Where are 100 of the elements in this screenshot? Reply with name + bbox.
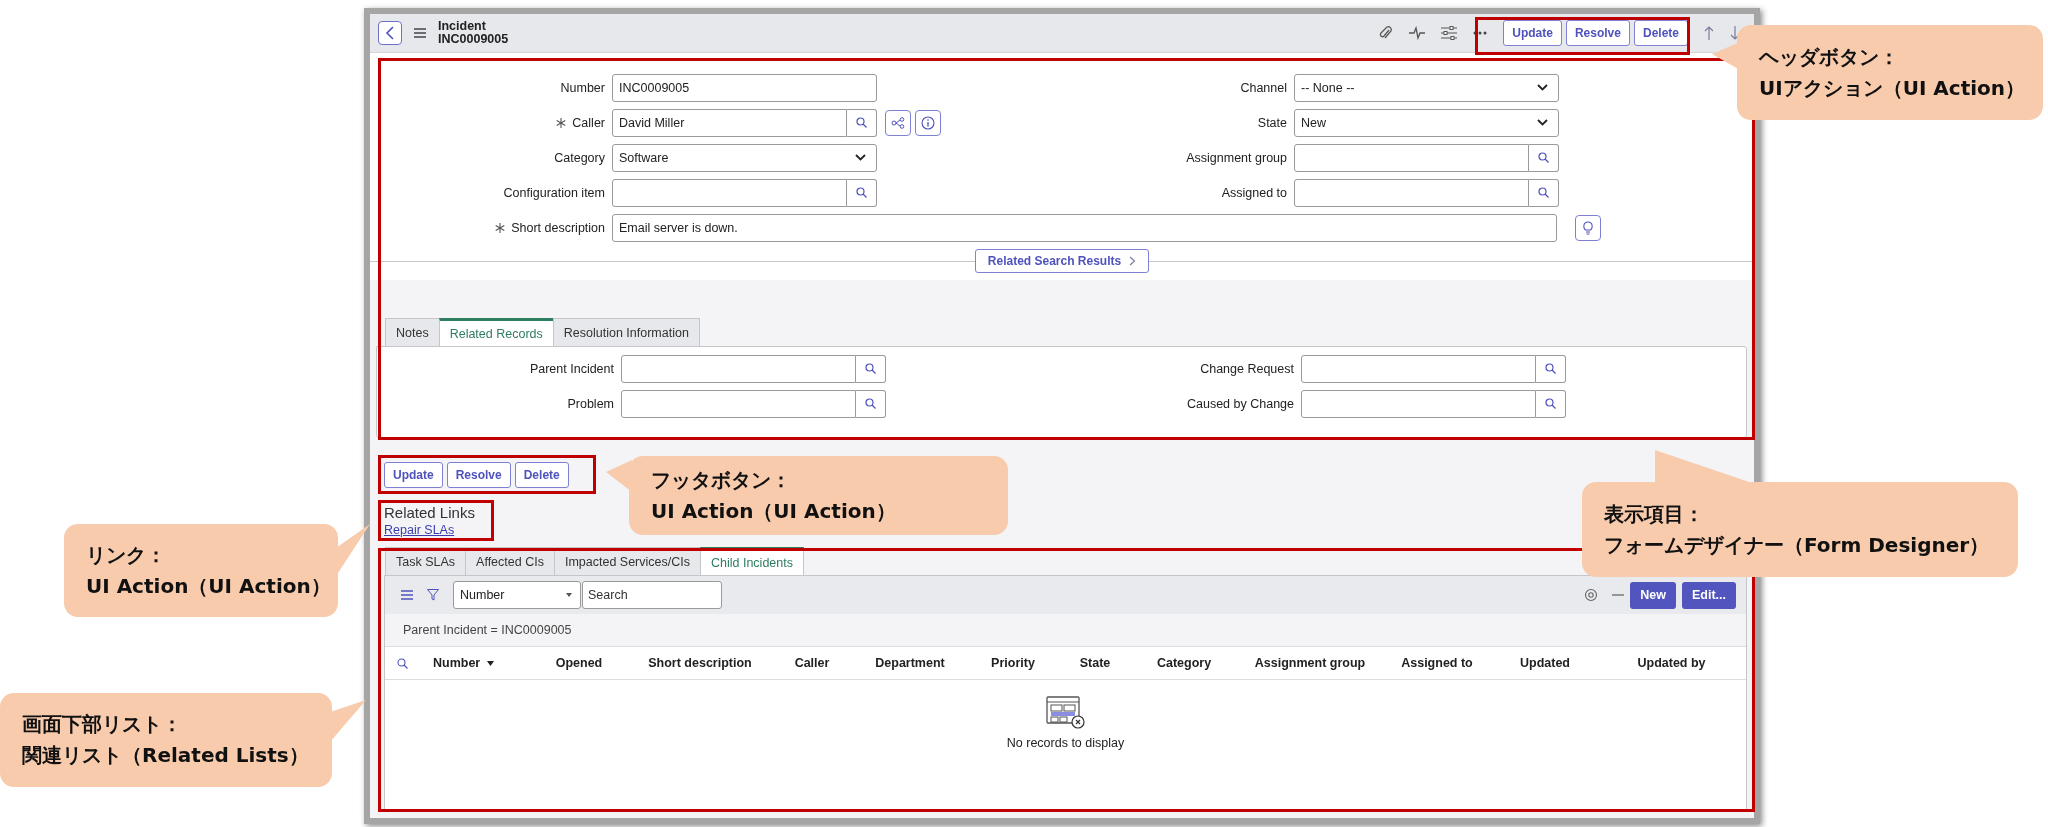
search-icon [865, 398, 876, 409]
column-header[interactable]: Department [875, 656, 945, 670]
form-tab[interactable]: Resolution Information [552, 318, 700, 346]
link[interactable]: Repair SLAs [384, 523, 455, 537]
search-button[interactable] [1536, 354, 1566, 383]
paperclip-icon[interactable] [1379, 25, 1394, 41]
field-label: Problem [567, 396, 614, 411]
callout-text: フォームデザイナー（Form Designer） [1604, 531, 1991, 559]
callout-text: UIアクション（UI Action） [1759, 74, 2021, 102]
callout-text: UI Action（UI Action） [651, 497, 897, 525]
action-button[interactable]: Update [1503, 20, 1562, 46]
text-field[interactable]: INC0009005 [612, 73, 877, 102]
field-label: Number [560, 80, 605, 95]
lightbulb-button[interactable] [1575, 214, 1601, 241]
action-button[interactable]: Delete [514, 462, 569, 488]
choice-dropdown[interactable]: Software [612, 143, 877, 172]
column-header[interactable]: Number [433, 656, 481, 670]
column-header[interactable]: Caller [794, 656, 830, 670]
info-button[interactable] [915, 109, 941, 136]
sort-caret-icon[interactable] [487, 660, 495, 666]
column-header[interactable]: Category [1156, 656, 1212, 670]
search-icon [1545, 398, 1556, 409]
search-button[interactable] [1529, 178, 1559, 207]
record-number: INC0009005 [438, 33, 509, 46]
chevron-right-icon [1129, 256, 1137, 266]
column-header[interactable]: Short description [648, 656, 752, 670]
search-icon[interactable] [397, 657, 408, 669]
reference-field[interactable] [1301, 354, 1536, 383]
reference-field[interactable]: David Miller [612, 108, 847, 137]
info-icon [921, 115, 935, 130]
chevron-icon [1537, 119, 1548, 126]
sliders-icon[interactable] [1441, 26, 1458, 40]
reference-field[interactable] [621, 389, 856, 418]
search-button[interactable] [856, 354, 886, 383]
form-tab[interactable]: Related Records [438, 318, 554, 346]
choice-dropdown[interactable]: -- None -- [1294, 73, 1559, 102]
field-label: Change Request [1200, 361, 1294, 376]
related-search-button[interactable]: Related Search Results [974, 249, 1150, 273]
field-label: Assigned to [1221, 185, 1287, 200]
callout-title: リンク： [86, 541, 167, 569]
section-heading: Related Links [384, 504, 475, 521]
new-button[interactable]: New [1630, 581, 1676, 609]
search-icon [865, 363, 876, 374]
callout-title: フッタボタン： [651, 466, 792, 494]
action-button[interactable]: Delete [1633, 20, 1688, 46]
column-header[interactable]: Assigned to [1401, 656, 1473, 670]
field-label: Caller [572, 115, 605, 130]
filter-breadcrumb: Parent Incident = INC0009005 [403, 623, 572, 637]
search-button[interactable] [1529, 143, 1559, 172]
choice-dropdown[interactable]: New [1294, 108, 1559, 137]
action-button[interactable]: Update [384, 462, 443, 488]
back-button[interactable] [378, 21, 402, 45]
search-field[interactable]: Search [582, 581, 722, 609]
search-button[interactable] [847, 178, 877, 207]
callout-text: 関連リスト（Related Lists） [22, 742, 310, 769]
list-tab[interactable]: Affected CIs [465, 547, 555, 575]
network-icon [891, 116, 905, 129]
field-label: State [1257, 115, 1287, 130]
form-tab[interactable]: Notes [385, 318, 440, 346]
more-icon[interactable] [1473, 31, 1488, 35]
related-items-button[interactable] [885, 109, 911, 136]
column-header[interactable]: Updated [1520, 656, 1570, 670]
settings-icon[interactable] [1584, 588, 1599, 602]
reference-field[interactable] [1301, 389, 1536, 418]
search-button[interactable] [1536, 389, 1566, 418]
filter-icon[interactable] [427, 589, 439, 601]
list-tab[interactable]: Task SLAs [385, 547, 467, 575]
column-header[interactable]: State [1079, 656, 1111, 670]
column-header[interactable]: Opened [555, 656, 603, 670]
column-header[interactable]: Updated by [1637, 656, 1706, 670]
menu-icon[interactable] [414, 28, 426, 38]
reference-field[interactable] [1294, 143, 1529, 172]
chevron-icon [1537, 84, 1548, 91]
edit-button[interactable]: Edit... [1681, 581, 1736, 609]
field-label: Assignment group [1186, 150, 1287, 165]
callout-title: 表示項目： [1604, 500, 1705, 528]
minus-icon[interactable] [1612, 594, 1625, 596]
list-tab[interactable]: Impacted Services/CIs [553, 547, 701, 575]
form-title: Incident [438, 20, 487, 33]
field-dropdown[interactable]: Number [453, 581, 581, 609]
action-button[interactable]: Resolve [446, 462, 511, 488]
text-field[interactable]: Email server is down. [612, 213, 1557, 242]
action-button[interactable]: Resolve [1565, 20, 1630, 46]
list-tab[interactable]: Child Incidents [699, 547, 804, 575]
search-icon [1538, 152, 1549, 163]
search-button[interactable] [856, 389, 886, 418]
reference-field[interactable] [612, 178, 847, 207]
search-button[interactable] [847, 108, 877, 137]
menu-icon[interactable] [401, 590, 413, 600]
pulse-icon[interactable] [1409, 26, 1426, 40]
reference-field[interactable] [1294, 178, 1529, 207]
callout-title: 画面下部リスト： [22, 711, 183, 738]
arrow-down-icon[interactable] [1730, 26, 1740, 40]
field-label: Channel [1240, 80, 1287, 95]
arrow-up-icon[interactable] [1704, 26, 1714, 40]
column-header[interactable]: Priority [991, 656, 1035, 670]
callout-title: ヘッダボタン： [1759, 43, 1900, 71]
reference-field[interactable] [621, 354, 856, 383]
chevron-left-icon [385, 26, 395, 40]
column-header[interactable]: Assignment group [1254, 656, 1366, 670]
